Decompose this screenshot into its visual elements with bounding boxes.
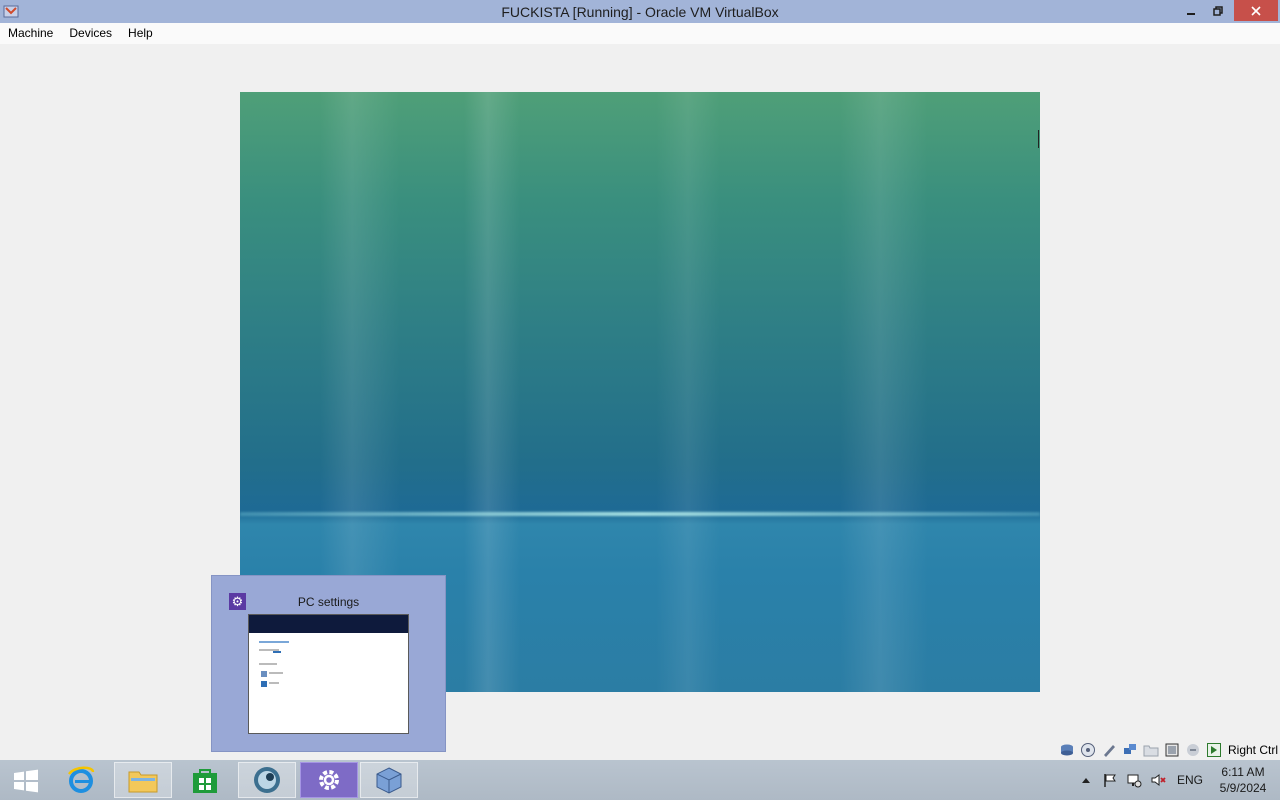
close-icon — [1251, 5, 1261, 16]
text-cursor — [1038, 130, 1039, 148]
title-bar[interactable]: FUCKISTA [Running] - Oracle VM VirtualBo… — [0, 0, 1280, 23]
taskbar-file-explorer[interactable] — [114, 762, 172, 798]
store-icon — [193, 769, 217, 793]
menu-machine[interactable]: Machine — [2, 23, 59, 44]
virtualbox-icon — [376, 767, 402, 794]
taskbar-internet-explorer[interactable] — [52, 762, 110, 798]
taskbar: ENG 6:11 AM 5/9/2024 — [0, 760, 1280, 800]
network-icon[interactable] — [1122, 772, 1146, 788]
optical-drive-icon[interactable] — [1079, 742, 1097, 758]
thumbnail-line — [259, 663, 277, 665]
clock[interactable]: 6:11 AM 5/9/2024 — [1210, 764, 1276, 796]
taskbar-virtualbox[interactable] — [360, 762, 418, 798]
clock-date: 5/9/2024 — [1219, 781, 1267, 795]
input-language[interactable]: ENG — [1170, 773, 1210, 787]
host-key-label: Right Ctrl — [1228, 743, 1279, 757]
system-tray: ENG 6:11 AM 5/9/2024 — [1074, 760, 1280, 800]
thumbnail-line — [259, 641, 289, 643]
window-title: FUCKISTA [Running] - Oracle VM VirtualBo… — [501, 4, 779, 20]
thumbnail-titlebar — [249, 615, 408, 633]
thumbnail-line — [269, 672, 283, 674]
thumbnail-icon — [261, 671, 267, 677]
volume-muted-icon[interactable] — [1146, 772, 1170, 788]
taskbar-pc-settings[interactable] — [300, 762, 358, 798]
menu-help[interactable]: Help — [122, 23, 159, 44]
minimize-button[interactable] — [1178, 0, 1204, 21]
minimize-icon — [1187, 12, 1195, 15]
gear-icon — [319, 770, 339, 790]
taskbar-thumbnail-preview[interactable]: ⚙ PC settings — [211, 575, 446, 752]
network-icon[interactable] — [1121, 742, 1139, 758]
shared-folders-icon[interactable] — [1142, 742, 1160, 758]
mouse-integration-icon[interactable] — [1205, 742, 1223, 758]
audio-icon[interactable] — [1100, 742, 1118, 758]
close-button[interactable] — [1234, 0, 1278, 21]
menu-devices[interactable]: Devices — [63, 23, 118, 44]
restore-icon — [1213, 5, 1223, 16]
display-icon[interactable] — [1163, 742, 1181, 758]
usb-icon[interactable] — [1184, 742, 1202, 758]
hard-disk-icon[interactable] — [1058, 742, 1076, 758]
internet-explorer-icon — [68, 766, 95, 793]
vm-status-bar: Right Ctrl — [1058, 740, 1280, 760]
windows-logo-icon — [14, 769, 38, 793]
action-center-flag-icon[interactable] — [1098, 772, 1122, 788]
preview-window-thumbnail[interactable] — [248, 614, 409, 734]
taskbar-store[interactable] — [176, 762, 234, 798]
clock-time: 6:11 AM — [1221, 765, 1265, 779]
thumbnail-line — [269, 682, 279, 684]
start-button[interactable] — [6, 766, 44, 796]
preview-title: PC settings — [297, 595, 360, 609]
restore-button[interactable] — [1205, 0, 1231, 21]
thumbnail-icon — [261, 681, 267, 687]
globe-icon — [254, 767, 280, 793]
menu-bar: Machine Devices Help — [0, 23, 1280, 44]
show-hidden-icon[interactable] — [1074, 776, 1098, 784]
taskbar-media-app[interactable] — [238, 762, 296, 798]
wallpaper-horizon — [240, 512, 1040, 516]
folder-icon — [128, 771, 158, 793]
thumbnail-toggle — [273, 651, 281, 653]
